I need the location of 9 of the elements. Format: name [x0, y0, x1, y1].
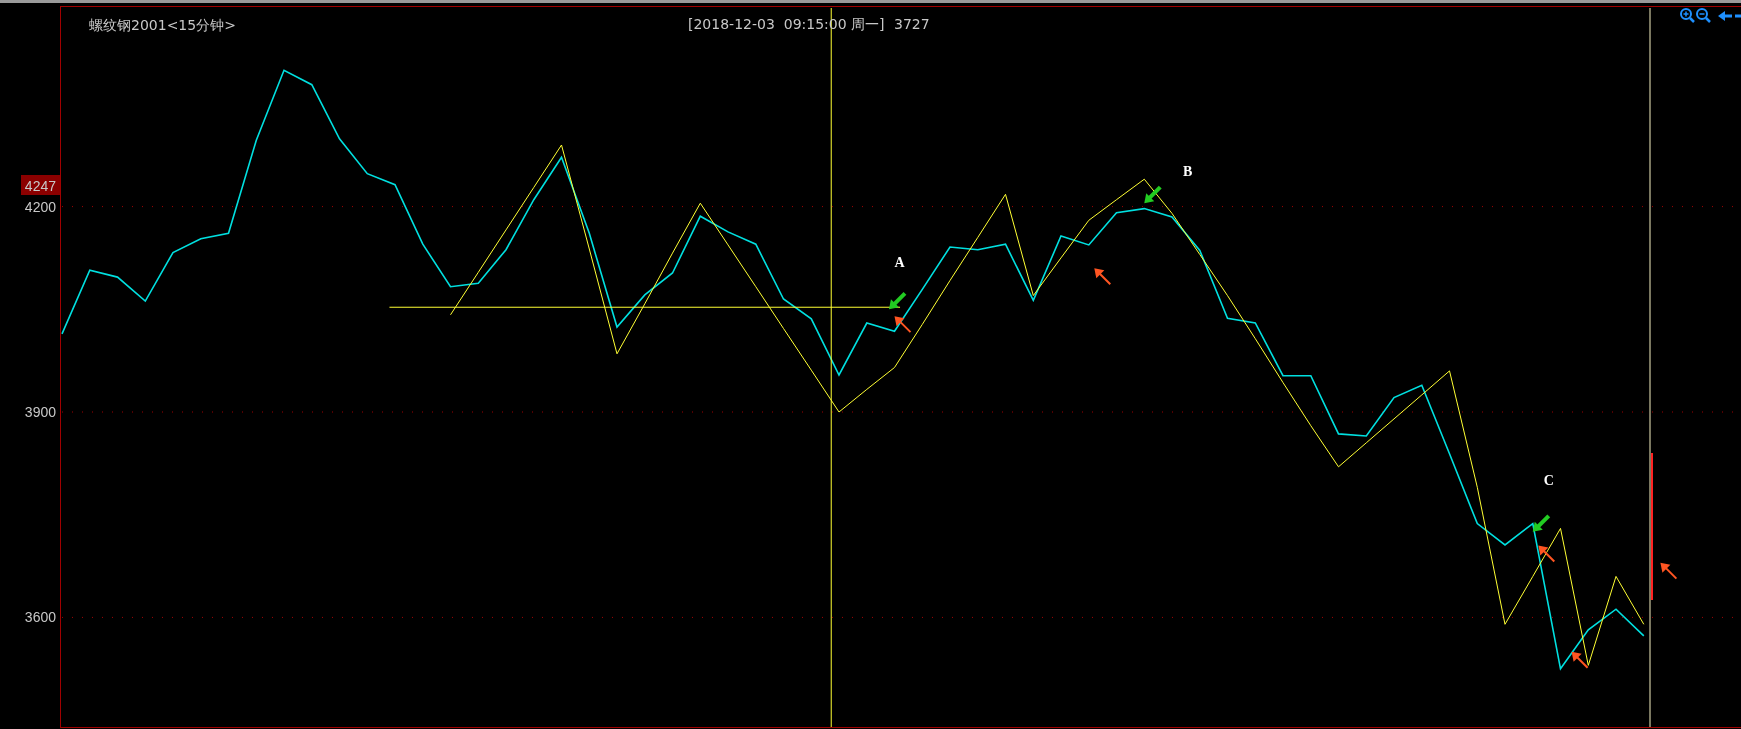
- wave-label: A: [894, 254, 905, 270]
- wave-label: B: [1183, 163, 1193, 179]
- axis-label: 4200: [24, 198, 56, 215]
- wave-label: C: [1543, 472, 1554, 488]
- axis-label: 3900: [24, 404, 56, 420]
- chart-title: 螺纹钢2001<15分钟>: [89, 17, 236, 33]
- price-marker: 4247: [21, 175, 60, 195]
- axis-label: 3600: [24, 609, 56, 626]
- cursor-value: 3727: [894, 16, 930, 32]
